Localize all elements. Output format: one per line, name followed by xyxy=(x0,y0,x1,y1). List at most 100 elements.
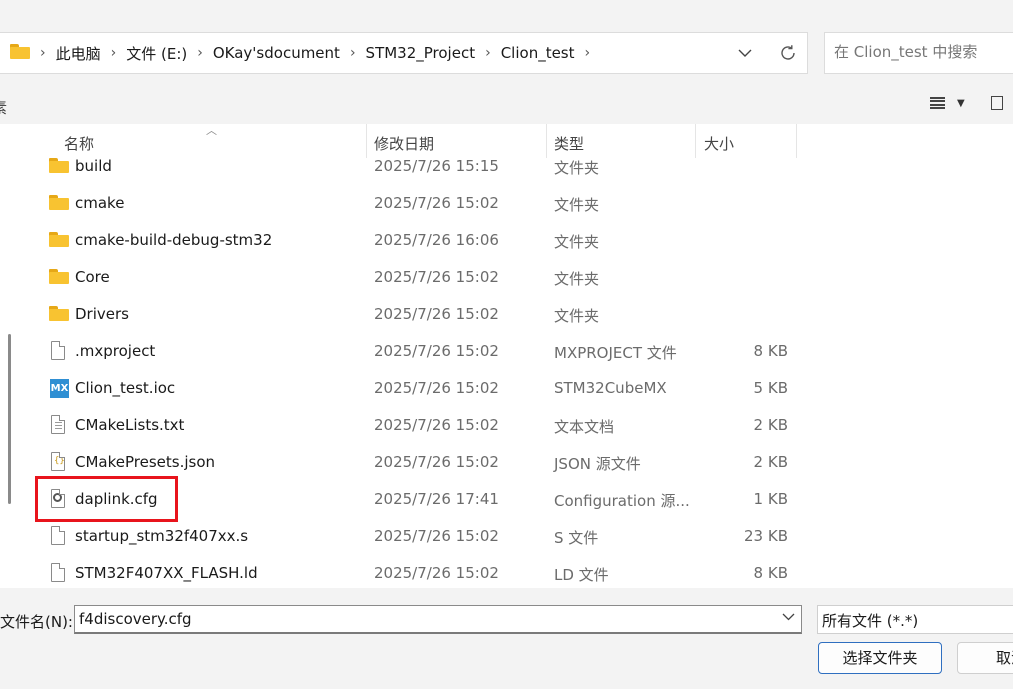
file-size: 23 KB xyxy=(744,527,788,545)
file-name: .mxproject xyxy=(75,342,156,360)
file-size: 8 KB xyxy=(753,342,788,360)
select-folder-button[interactable]: 选择文件夹 xyxy=(818,642,942,674)
file-date: 2025/7/26 15:02 xyxy=(374,416,499,434)
chevron-down-icon[interactable] xyxy=(782,610,795,625)
file-name: Core xyxy=(75,268,110,286)
refresh-icon xyxy=(781,45,795,60)
file-date: 2025/7/26 15:02 xyxy=(374,194,499,212)
file-type: 文件夹 xyxy=(554,196,600,214)
file-row[interactable]: Core 2025/7/26 15:02 文件夹 xyxy=(20,259,1013,296)
file-type: S 文件 xyxy=(554,529,599,547)
cancel-button[interactable]: 取消 xyxy=(957,642,1013,674)
file-type: 文本文档 xyxy=(554,418,615,436)
file-size: 2 KB xyxy=(753,453,788,471)
highlight-box xyxy=(35,476,178,522)
file-size: 2 KB xyxy=(753,416,788,434)
file-date: 2025/7/26 15:02 xyxy=(374,268,499,286)
breadcrumb-okays-document[interactable]: OKay'sdocument xyxy=(207,44,346,62)
file-name: CMakePresets.json xyxy=(75,453,216,471)
file-row[interactable]: STM32F407XX_FLASH.ld 2025/7/26 15:02 LD … xyxy=(20,555,1013,588)
blank-file-icon xyxy=(51,341,65,360)
file-type: Configuration 源... xyxy=(554,492,690,510)
file-type: 文件夹 xyxy=(554,270,600,288)
file-row[interactable]: cmake 2025/7/26 15:02 文件夹 xyxy=(20,185,1013,222)
file-date: 2025/7/26 17:41 xyxy=(374,490,499,508)
file-date: 2025/7/26 15:02 xyxy=(374,379,499,397)
json-file-icon: {} xyxy=(51,452,65,471)
toolbar-label-fragment[interactable]: 素 xyxy=(0,97,7,118)
sort-ascending-icon: ︿ xyxy=(206,124,217,137)
file-name: cmake-build-debug-stm32 xyxy=(75,231,273,249)
folder-icon xyxy=(49,269,69,286)
chevron-right-icon: › xyxy=(40,45,46,61)
blank-file-icon xyxy=(51,563,65,582)
breadcrumb-this-pc[interactable]: 此电脑 xyxy=(50,43,107,64)
blank-file-icon xyxy=(51,526,65,545)
filename-value[interactable]: f4discovery.cfg xyxy=(79,610,192,628)
refresh-button[interactable] xyxy=(770,33,806,73)
file-date: 2025/7/26 15:15 xyxy=(374,157,499,175)
file-row[interactable]: .mxproject 2025/7/26 15:02 MXPROJECT 文件 … xyxy=(20,333,1013,370)
file-type: JSON 源文件 xyxy=(554,455,641,473)
file-date: 2025/7/26 15:02 xyxy=(374,564,499,582)
breadcrumb-drive-e[interactable]: 文件 (E:) xyxy=(120,43,193,64)
file-name: Drivers xyxy=(75,305,129,323)
file-name: cmake xyxy=(75,194,125,212)
view-options-button[interactable]: ▼ xyxy=(930,96,1003,110)
toolbar: 素 ▼ xyxy=(0,88,1013,124)
file-type: 文件夹 xyxy=(554,307,600,325)
file-type-filter[interactable]: 所有文件 (*.*) xyxy=(817,605,1013,634)
file-type: 文件夹 xyxy=(554,233,600,251)
search-box[interactable] xyxy=(824,32,1013,74)
folder-icon xyxy=(49,306,69,323)
file-type: 文件夹 xyxy=(554,159,600,177)
file-name: Clion_test.ioc xyxy=(75,379,176,397)
file-row[interactable]: cmake-build-debug-stm32 2025/7/26 16:06 … xyxy=(20,222,1013,259)
file-row[interactable]: startup_stm32f407xx.s 2025/7/26 15:02 S … xyxy=(20,518,1013,555)
chevron-right-icon[interactable]: › xyxy=(581,45,595,61)
breadcrumb-clion-test[interactable]: Clion_test xyxy=(495,44,581,62)
file-date: 2025/7/26 15:02 xyxy=(374,527,499,545)
file-size: 5 KB xyxy=(753,379,788,397)
file-date: 2025/7/26 15:02 xyxy=(374,453,499,471)
file-type: LD 文件 xyxy=(554,566,609,584)
file-row[interactable]: Drivers 2025/7/26 15:02 文件夹 xyxy=(20,296,1013,333)
file-date: 2025/7/26 15:02 xyxy=(374,305,499,323)
chevron-down-icon xyxy=(738,49,752,57)
folder-icon xyxy=(0,43,36,63)
breadcrumb-stm32-project[interactable]: STM32_Project xyxy=(360,44,482,62)
file-size: 8 KB xyxy=(753,564,788,582)
file-type: MXPROJECT 文件 xyxy=(554,344,677,362)
breadcrumb: › 此电脑 › 文件 (E:) › OKay'sdocument › STM32… xyxy=(0,33,594,73)
folder-icon xyxy=(49,158,69,175)
file-name: CMakeLists.txt xyxy=(75,416,185,434)
caret-down-icon: ▼ xyxy=(957,97,965,109)
stm32cubemx-icon: MX xyxy=(50,379,69,398)
text-file-icon xyxy=(51,415,65,434)
file-name: build xyxy=(75,157,112,175)
filename-label: 文件名(N): xyxy=(0,613,73,631)
filename-combobox[interactable]: f4discovery.cfg xyxy=(74,605,802,634)
address-history-dropdown[interactable] xyxy=(728,33,762,73)
list-view-icon xyxy=(930,97,945,109)
file-row[interactable]: build 2025/7/26 15:15 文件夹 xyxy=(20,148,1013,185)
address-bar[interactable]: › 此电脑 › 文件 (E:) › OKay'sdocument › STM32… xyxy=(0,32,808,74)
preview-pane-icon[interactable] xyxy=(990,96,1003,110)
chevron-right-icon[interactable]: › xyxy=(107,45,121,61)
folder-icon xyxy=(49,232,69,249)
file-name: startup_stm32f407xx.s xyxy=(75,527,249,545)
file-type: STM32CubeMX xyxy=(554,379,667,397)
file-size: 1 KB xyxy=(753,490,788,508)
chevron-right-icon[interactable]: › xyxy=(193,45,207,61)
filter-value: 所有文件 (*.*) xyxy=(822,612,919,630)
file-row[interactable]: CMakeLists.txt 2025/7/26 15:02 文本文档 2 KB xyxy=(20,407,1013,444)
file-name: STM32F407XX_FLASH.ld xyxy=(75,564,258,582)
file-date: 2025/7/26 15:02 xyxy=(374,342,499,360)
chevron-right-icon[interactable]: › xyxy=(481,45,495,61)
chevron-right-icon[interactable]: › xyxy=(346,45,360,61)
folder-icon xyxy=(49,195,69,212)
search-input[interactable] xyxy=(825,33,1013,71)
nav-scrollbar[interactable] xyxy=(8,334,11,504)
file-row[interactable]: MX Clion_test.ioc 2025/7/26 15:02 STM32C… xyxy=(20,370,1013,407)
navigation-pane-edge xyxy=(0,124,20,588)
